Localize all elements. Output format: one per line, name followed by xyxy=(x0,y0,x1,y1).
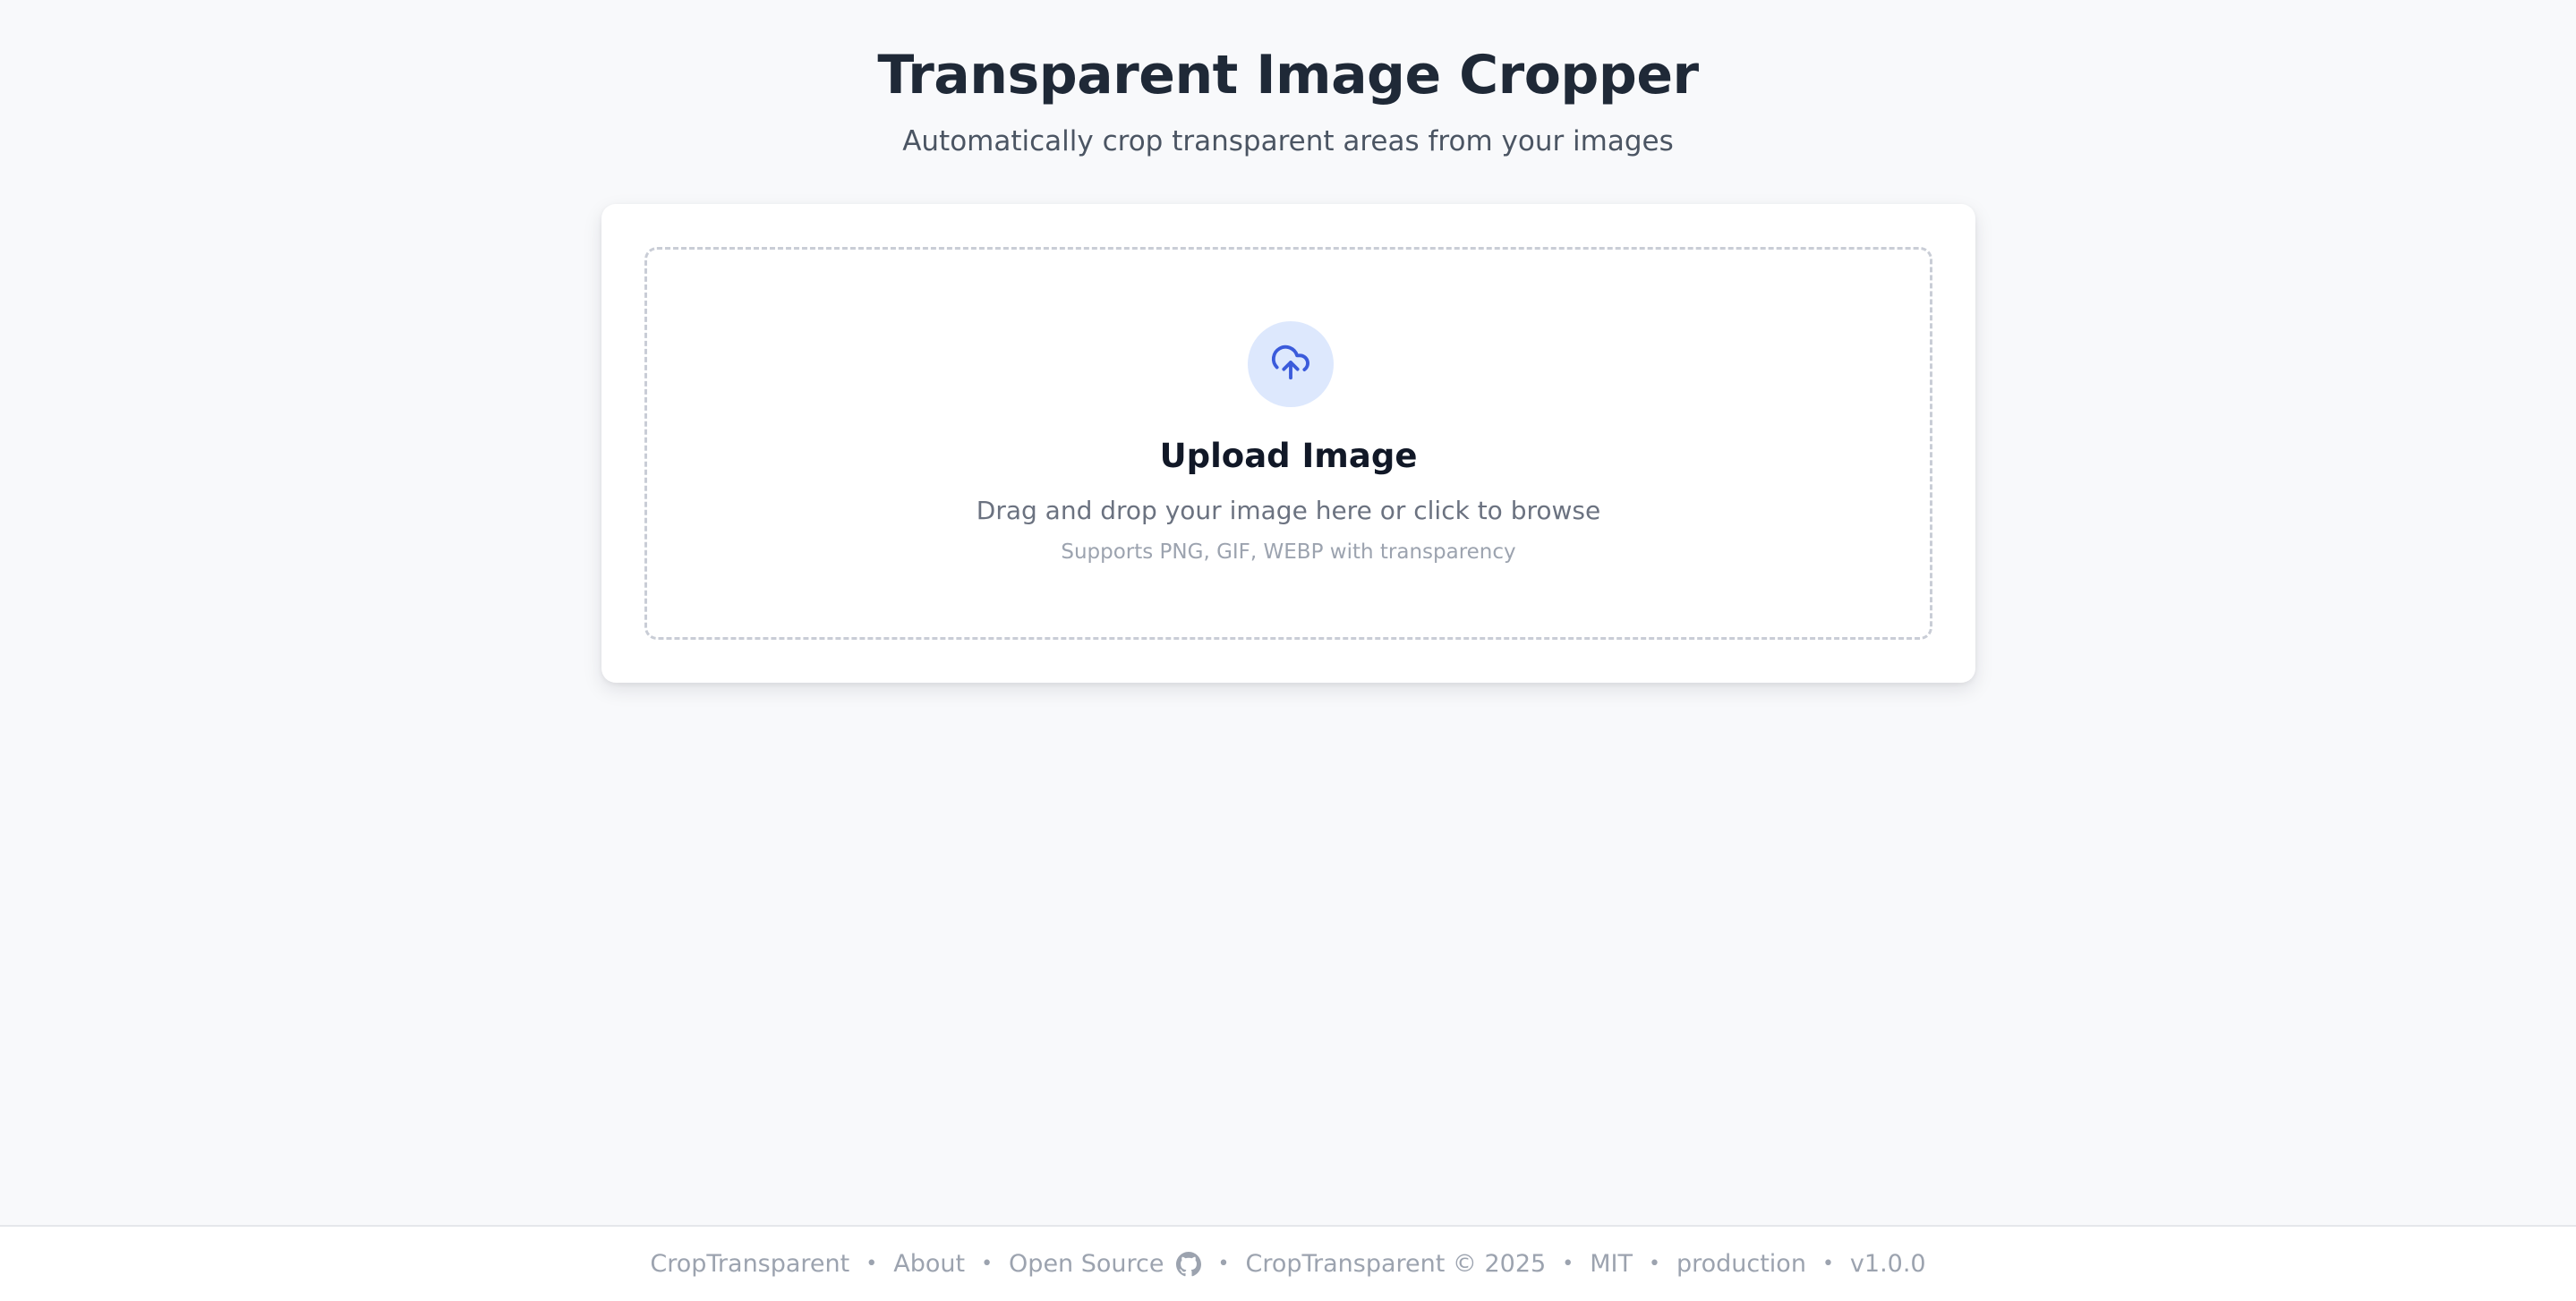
license-link[interactable]: MIT xyxy=(1590,1250,1633,1278)
footer-separator: • xyxy=(1648,1253,1660,1275)
open-source-label: Open Source xyxy=(1009,1250,1164,1278)
footer-copyright: CropTransparent © 2025 xyxy=(1245,1250,1547,1278)
upload-dropzone[interactable]: Upload Image Drag and drop your image he… xyxy=(644,247,1932,640)
github-icon xyxy=(1176,1251,1202,1277)
footer-separator: • xyxy=(1821,1253,1834,1275)
footer-separator: • xyxy=(1562,1253,1574,1275)
footer-separator: • xyxy=(866,1253,878,1275)
upload-description: Drag and drop your image here or click t… xyxy=(976,496,1601,525)
page-subtitle: Automatically crop transparent areas fro… xyxy=(902,125,1674,157)
open-source-link[interactable]: Open Source xyxy=(1009,1250,1202,1278)
cloud-upload-icon xyxy=(1270,342,1311,387)
upload-icon-badge xyxy=(1248,321,1334,407)
footer-brand: CropTransparent xyxy=(650,1250,850,1278)
footer: CropTransparent • About • Open Source • … xyxy=(0,1225,2576,1301)
footer-separator: • xyxy=(981,1253,994,1275)
upload-supported-formats: Supports PNG, GIF, WEBP with transparenc… xyxy=(1061,540,1516,564)
upload-title: Upload Image xyxy=(1159,437,1418,475)
page-title: Transparent Image Cropper xyxy=(877,44,1699,106)
footer-separator: • xyxy=(1217,1253,1230,1275)
environment-label: production xyxy=(1676,1250,1806,1278)
version-label: v1.0.0 xyxy=(1849,1250,1926,1278)
upload-card: Upload Image Drag and drop your image he… xyxy=(601,204,1975,683)
about-link[interactable]: About xyxy=(893,1250,965,1278)
